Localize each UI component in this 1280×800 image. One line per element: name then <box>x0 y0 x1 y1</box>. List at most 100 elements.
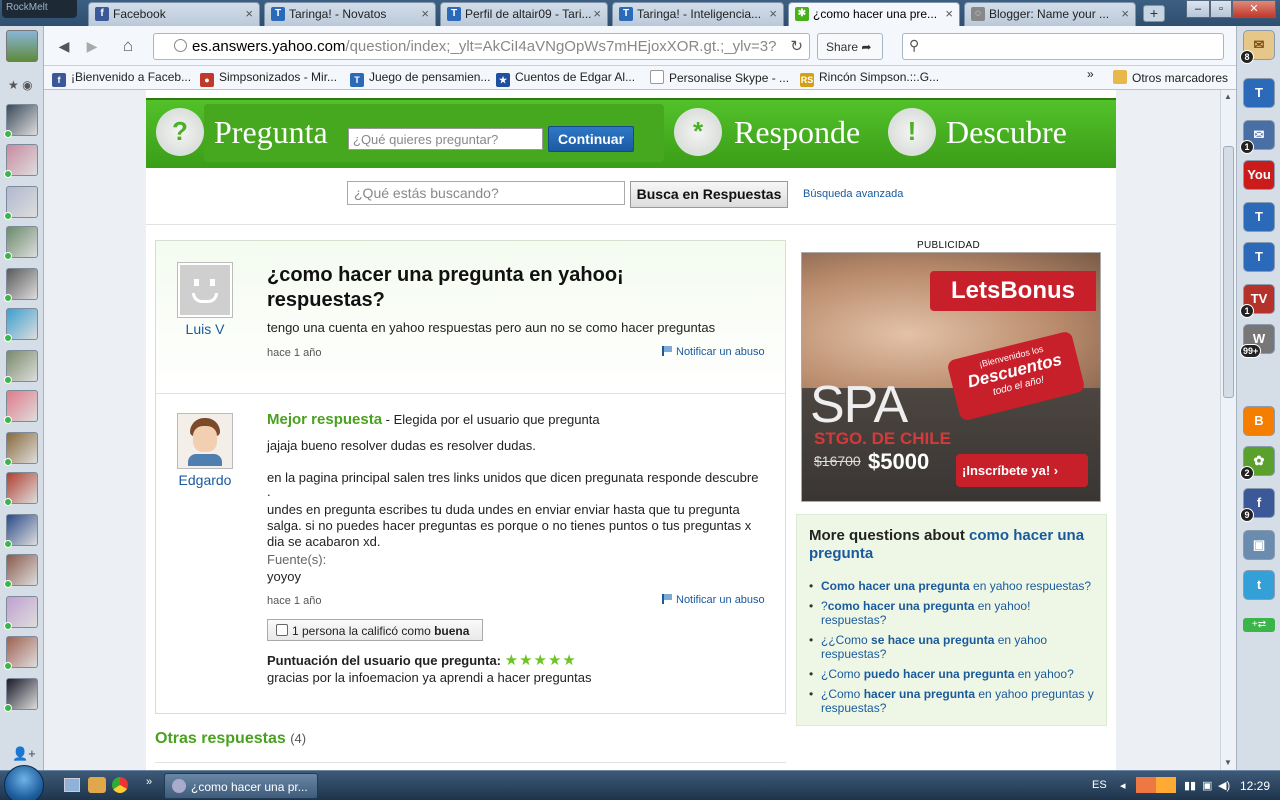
friend-avatar[interactable] <box>4 678 38 712</box>
forward-icon[interactable]: ▶ <box>80 34 104 58</box>
sidebar-app-icon[interactable]: T <box>1243 242 1275 272</box>
scroll-thumb[interactable] <box>1223 146 1234 398</box>
back-icon[interactable]: ◀ <box>52 34 76 58</box>
bookmark-item[interactable]: Personalise Skype - ... <box>650 70 789 85</box>
friend-avatar[interactable] <box>4 350 38 384</box>
scroll-down-icon[interactable]: ▼ <box>1224 758 1232 767</box>
favorites-star-icon[interactable]: ★ ◉ <box>8 78 33 92</box>
monitor-icon[interactable]: ▣ <box>1202 779 1212 792</box>
asker-avatar[interactable] <box>177 262 233 318</box>
feed-icon[interactable]: ✉ 8 <box>1240 30 1275 64</box>
related-question-link[interactable]: Como hacer una pregunta en yahoo respues… <box>809 579 1099 593</box>
tab-5[interactable]: ◌ Blogger: Name your ... × <box>964 2 1136 26</box>
friend-avatar[interactable] <box>4 144 38 178</box>
sidebar-app-icon[interactable]: T <box>1243 78 1275 108</box>
add-friend-icon[interactable]: 👤+ <box>12 746 36 762</box>
reload-icon[interactable]: ↻ <box>787 37 803 55</box>
answers-search-button[interactable]: Busca en Respuestas <box>630 181 788 208</box>
friend-avatar[interactable] <box>4 226 38 260</box>
rating-button[interactable]: 1 persona la calificó como buena <box>267 619 483 641</box>
advanced-search-link[interactable]: Búsqueda avanzada <box>803 188 903 200</box>
tab-3[interactable]: T Taringa! - Inteligencia... × <box>612 2 784 26</box>
bookmark-item[interactable]: T Juego de pensamien... <box>350 70 490 87</box>
other-bookmarks[interactable]: Otros marcadores <box>1113 70 1228 85</box>
bookmark-item[interactable]: f ¡Bienvenido a Faceb... <box>52 70 191 87</box>
friend-avatar[interactable] <box>4 596 38 630</box>
answerer-avatar[interactable] <box>177 413 233 469</box>
home-icon[interactable]: ⌂ <box>116 34 140 58</box>
page-scrollbar[interactable]: ▲ ▼ <box>1220 90 1236 770</box>
explorer-icon[interactable] <box>88 777 106 793</box>
close-tab-icon[interactable]: × <box>245 6 253 21</box>
minimize-button[interactable]: – <box>1186 0 1210 18</box>
sidebar-app-icon[interactable]: ✿ 2 <box>1240 446 1275 480</box>
bookmark-item[interactable]: ● Simpsonizados - Mir... <box>200 70 337 87</box>
related-question-link[interactable]: ¿Como hacer una pregunta en yahoo pregun… <box>809 687 1099 715</box>
close-tab-icon[interactable]: × <box>421 6 429 21</box>
friend-avatar[interactable] <box>4 554 38 588</box>
network-icon[interactable]: ▮▮ <box>1184 779 1196 792</box>
tab-4[interactable]: ✱ ¿como hacer una pre... × <box>788 2 960 26</box>
volume-icon[interactable]: ◀) <box>1218 779 1230 792</box>
answer-title[interactable]: Responde <box>734 114 860 151</box>
ad-cta-button[interactable]: ¡Inscríbete ya! › <box>956 454 1088 487</box>
address-bar[interactable]: es.answers.yahoo.com/question/index;_ylt… <box>153 33 810 60</box>
close-tab-icon[interactable]: × <box>1121 6 1129 21</box>
bookmarks-more-icon[interactable]: » <box>1087 67 1094 81</box>
answers-search-input[interactable]: ¿Qué estás buscando? <box>347 181 625 205</box>
continue-button[interactable]: Continuar <box>548 126 634 152</box>
sidebar-app-icon[interactable]: ▣ <box>1243 530 1275 560</box>
close-tab-icon[interactable]: × <box>769 6 777 21</box>
friend-avatar[interactable] <box>4 472 38 506</box>
tab-0[interactable]: f Facebook × <box>88 2 260 26</box>
taskbar-window-button[interactable]: ¿como hacer una pr... <box>164 773 318 799</box>
friend-avatar[interactable] <box>4 390 38 424</box>
bookmark-item[interactable]: ★ Cuentos de Edgar Al... <box>496 70 635 87</box>
share-button[interactable]: Share ➦ <box>817 33 883 60</box>
sidebar-app-icon[interactable]: t <box>1243 570 1275 600</box>
friend-avatar[interactable] <box>4 432 38 466</box>
tab-2[interactable]: T Perfil de altair09 - Tari... × <box>440 2 608 26</box>
letsbonus-ad[interactable]: LetsBonus ¡Bienvenidos los Descuentos to… <box>801 252 1101 502</box>
start-button[interactable] <box>4 765 44 800</box>
ask-title[interactable]: Pregunta <box>214 114 328 151</box>
scroll-up-icon[interactable]: ▲ <box>1224 92 1232 101</box>
sidebar-app-icon[interactable]: B <box>1243 406 1275 436</box>
sidebar-app-icon[interactable]: T <box>1243 202 1275 232</box>
tray-apps-icon[interactable] <box>1136 777 1176 793</box>
browser-search-input[interactable]: ⚲ <box>902 33 1224 60</box>
ask-input[interactable]: ¿Qué quieres preguntar? <box>348 128 543 150</box>
friend-avatar[interactable] <box>4 186 38 220</box>
friend-avatar[interactable] <box>4 308 38 342</box>
answer-report-link[interactable]: Notificar un abuso <box>662 594 765 606</box>
friend-avatar[interactable] <box>4 104 38 138</box>
quicklaunch-more-icon[interactable]: » <box>146 776 152 788</box>
chrome-icon[interactable] <box>112 777 128 793</box>
close-window-button[interactable]: ✕ <box>1232 0 1276 18</box>
sidebar-app-icon[interactable]: You <box>1243 160 1275 190</box>
language-indicator[interactable]: ES <box>1092 779 1107 791</box>
friend-avatar[interactable] <box>4 268 38 302</box>
bookmark-item[interactable]: RS Rincón Simpson.::.G... <box>800 70 939 87</box>
close-tab-icon[interactable]: × <box>945 6 953 21</box>
new-tab-button[interactable]: + <box>1143 5 1165 22</box>
asker-name[interactable]: Luis V <box>175 321 235 337</box>
add-app-icon[interactable]: +⇄ <box>1243 618 1275 632</box>
maximize-button[interactable]: ▫ <box>1210 0 1232 18</box>
discover-title[interactable]: Descubre <box>946 114 1067 151</box>
related-question-link[interactable]: ¿Como puedo hacer una pregunta en yahoo? <box>809 667 1099 681</box>
sidebar-app-icon[interactable]: W 99+ <box>1240 324 1275 358</box>
tray-expand-icon[interactable]: ◂ <box>1120 779 1126 792</box>
sidebar-app-icon[interactable]: ✉ 1 <box>1240 120 1275 154</box>
question-report-link[interactable]: Notificar un abuso <box>662 346 765 358</box>
sidebar-app-icon[interactable]: f9 <box>1240 488 1275 522</box>
close-tab-icon[interactable]: × <box>593 6 601 21</box>
related-question-link[interactable]: ¿¿Como se hace una pregunta en yahoo res… <box>809 633 1099 661</box>
related-question-link[interactable]: ?como hacer una pregunta en yahoo! respu… <box>809 599 1099 627</box>
friend-avatar[interactable] <box>4 636 38 670</box>
sidebar-app-icon[interactable]: TV 1 <box>1240 284 1275 318</box>
tab-1[interactable]: T Taringa! - Novatos × <box>264 2 436 26</box>
friend-avatar[interactable] <box>4 514 38 548</box>
show-desktop-icon[interactable] <box>64 778 80 792</box>
answerer-name[interactable]: Edgardo <box>175 472 235 488</box>
